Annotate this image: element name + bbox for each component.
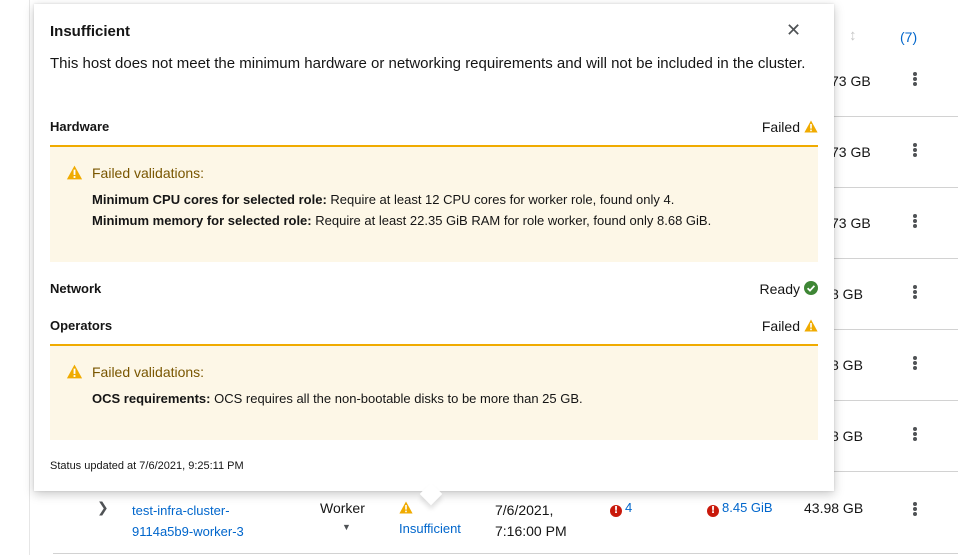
state-label: Ready: [759, 281, 800, 297]
caret-down-icon[interactable]: ▼: [342, 522, 351, 532]
section-name: Network: [50, 281, 102, 296]
warning-icon: [399, 501, 413, 514]
state-label: Failed: [761, 119, 800, 135]
kebab-icon[interactable]: [913, 214, 917, 228]
kebab-icon[interactable]: [913, 143, 917, 157]
header-count-link[interactable]: (7): [900, 29, 917, 45]
row-divider: [53, 553, 958, 554]
disk-cell: 73 GB: [831, 144, 871, 160]
memory-cell[interactable]: ! 8.45 GiB: [707, 500, 773, 517]
validation-label: Minimum CPU cores for selected role:: [92, 192, 327, 207]
validation-line: Minimum memory for selected role: Requir…: [92, 213, 711, 228]
warning-icon: [66, 165, 83, 180]
kebab-icon[interactable]: [913, 502, 917, 516]
validation-label: Minimum memory for selected role:: [92, 213, 312, 228]
state-label: Failed: [761, 318, 800, 334]
validation-line: Minimum CPU cores for selected role: Req…: [92, 192, 674, 207]
chevron-right-icon[interactable]: ❯: [97, 499, 109, 516]
kebab-icon[interactable]: [913, 285, 917, 299]
popover-title: Insufficient: [50, 23, 131, 40]
disk-cell: 73 GB: [831, 215, 871, 231]
section-name: Operators: [50, 318, 113, 333]
disk-cell: 43.98 GB: [804, 500, 864, 516]
section-state: Ready: [760, 281, 818, 298]
status-updated-text: Status updated at 7/6/2021, 9:25:11 PM: [50, 460, 244, 472]
validation-text: Require at least 22.35 GiB RAM for role …: [311, 213, 712, 228]
disk-cell: 8 GB: [831, 357, 863, 373]
hardware-section-header: Hardware Failed: [50, 119, 818, 139]
warning-icon: [804, 319, 818, 335]
cpu-cell[interactable]: ! 4: [610, 500, 632, 517]
network-section-header: Network Ready: [50, 281, 818, 301]
warning-icon: [66, 364, 83, 379]
kebab-icon[interactable]: [913, 356, 917, 370]
status-popover: Insufficient ✕ This host does not meet t…: [34, 4, 834, 506]
section-state: Failed: [762, 119, 818, 136]
popover-description: This host does not meet the minimum hard…: [50, 55, 806, 72]
validation-text: OCS requires all the non-bootable disks …: [210, 391, 583, 406]
check-circle-icon: [804, 281, 818, 298]
section-name: Hardware: [50, 119, 110, 134]
kebab-icon[interactable]: [913, 427, 917, 441]
warning-icon: [804, 120, 818, 136]
validation-text: Require at least 12 CPU cores for worker…: [326, 192, 675, 207]
disk-cell: 8 GB: [831, 428, 863, 444]
operators-section-header: Operators Failed: [50, 318, 818, 338]
role-dropdown[interactable]: Worker: [320, 500, 365, 516]
disk-cell: 73 GB: [831, 73, 871, 89]
alert-title: Failed validations:: [92, 364, 205, 380]
operators-alert: Failed validations: OCS requirements: OC…: [50, 344, 818, 440]
hostname-link[interactable]: test-infra-cluster-9114a5b9-worker-3: [132, 500, 282, 542]
close-icon[interactable]: ✕: [786, 20, 801, 41]
validation-line: OCS requirements: OCS requires all the n…: [92, 391, 583, 406]
kebab-icon[interactable]: [913, 72, 917, 86]
cpu-value: 4: [625, 500, 633, 515]
host-row: ❯ test-infra-cluster-9114a5b9-worker-3 W…: [53, 482, 958, 554]
sort-icon[interactable]: ↕: [849, 27, 857, 44]
section-state: Failed: [762, 318, 818, 335]
memory-value: 8.45 GiB: [722, 500, 773, 515]
hardware-alert: Failed validations: Minimum CPU cores fo…: [50, 145, 818, 262]
table-left-border: [29, 0, 30, 555]
discovered-at-cell: 7/6/2021, 7:16:00 PM: [495, 502, 567, 539]
validation-label: OCS requirements:: [92, 391, 211, 406]
error-circle-icon: !: [707, 505, 719, 517]
disk-cell: 8 GB: [831, 286, 863, 302]
alert-title: Failed validations:: [92, 165, 205, 181]
host-status-link[interactable]: Insufficient: [399, 521, 461, 536]
error-circle-icon: !: [610, 505, 622, 517]
